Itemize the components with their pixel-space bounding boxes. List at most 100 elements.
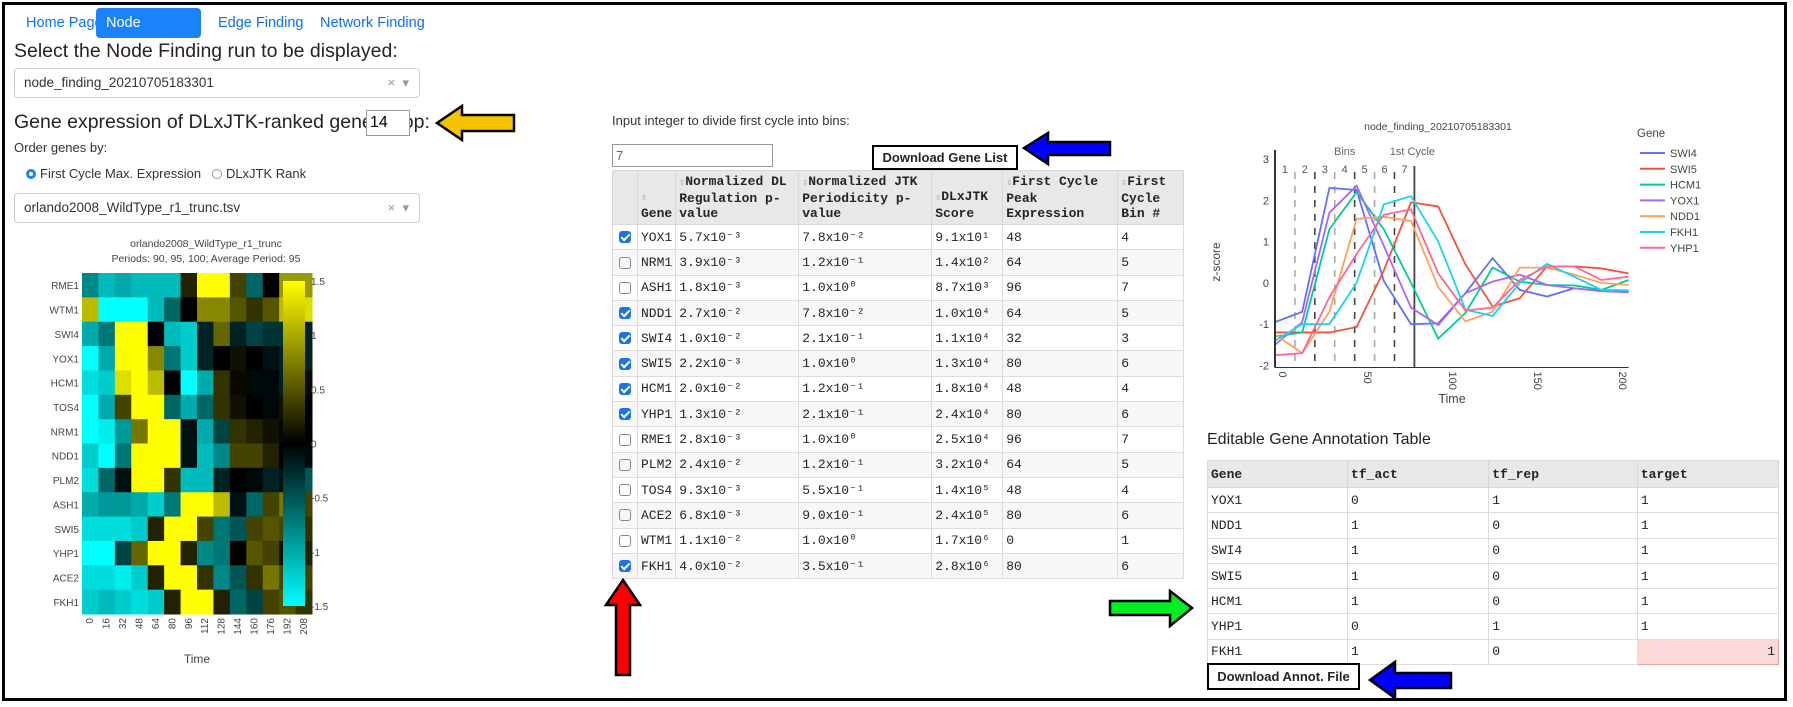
row-checkbox[interactable] [619,509,631,522]
row-checkbox[interactable] [619,382,631,395]
row-checkbox[interactable] [619,458,631,471]
editable-cell-tf-act[interactable]: 1 [1347,588,1490,615]
download-annotation-button[interactable]: Download Annot. File [1207,663,1360,690]
radio-first-cycle[interactable]: First Cycle Max. Expression [26,166,201,181]
row-checkbox[interactable] [619,231,631,244]
column-header-gene[interactable]: ⇕ Gene [636,170,677,225]
editable-cell-gene[interactable]: YHP1 [1206,613,1349,640]
cell-dl-pvalue: 2.7x10⁻² [675,299,800,327]
legend-item-fkh1[interactable]: FKH1 [1640,227,1698,239]
editable-cell-gene[interactable]: FKH1 [1206,638,1349,666]
editable-cell-target[interactable]: 1 [1636,613,1780,640]
legend-item-yox1[interactable]: YOX1 [1640,195,1699,207]
column-header-dl[interactable]: ⇕Normalized DL Regulation p-value [675,170,800,225]
cell-gene: NRM1 [636,249,677,276]
heatmap-cell [229,273,247,298]
editable-cell-gene[interactable]: YOX1 [1206,486,1349,514]
legend-item-hcm1[interactable]: HCM1 [1640,180,1701,192]
heatmap-x-tick: 0 [85,618,96,624]
radio-unselected-icon[interactable] [211,169,222,179]
clear-icon[interactable]: × [388,200,396,215]
editable-cell-tf-act[interactable]: 0 [1347,613,1490,640]
legend-item-swi5[interactable]: SWI5 [1640,164,1697,176]
column-header-tf-act[interactable]: tf_act [1347,460,1490,488]
download-gene-list-button[interactable]: Download Gene List [872,145,1018,170]
editable-cell-tf-rep[interactable]: 0 [1488,537,1638,564]
row-checkbox[interactable] [619,560,631,573]
clear-icon[interactable]: × [388,75,396,90]
editable-cell-tf-rep[interactable]: 1 [1488,613,1638,640]
column-header-jtk[interactable]: ⇕Normalized JTK Periodicity p-value [798,170,933,225]
legend-label: NDD1 [1670,211,1700,223]
column-header-tf-rep[interactable]: tf_rep [1488,460,1638,488]
heatmap-cell [114,443,132,469]
editable-cell-tf-rep[interactable]: 1 [1488,486,1638,514]
tab-edge-finding[interactable]: Edge Finding [206,8,315,38]
editable-cell-gene[interactable]: NDD1 [1206,512,1349,539]
row-checkbox[interactable] [619,307,631,320]
cell-dl-pvalue: 1.3x10⁻² [675,401,800,428]
editable-cell-target[interactable]: 1 [1636,562,1780,590]
editable-cell-tf-act[interactable]: 1 [1347,562,1490,590]
heatmap-cell [82,516,99,542]
heatmap-cell [82,394,99,420]
heatmap-cell [131,565,149,591]
editable-cell-gene[interactable]: SWI4 [1206,537,1349,564]
heatmap-cell [197,492,214,518]
bins-input[interactable] [612,144,773,167]
heatmap-cell [82,467,99,493]
column-header-gene[interactable]: Gene [1206,460,1349,488]
editable-cell-tf-rep[interactable]: 0 [1488,512,1638,539]
dataset-select[interactable]: orlando2008_WildType_r1_trunc.tsv × ▾ [14,193,420,223]
column-header-bin[interactable]: ⇕First Cycle Bin # [1117,170,1185,225]
editable-cell-target[interactable]: 1 [1636,512,1780,539]
editable-cell-tf-act[interactable]: 0 [1347,486,1490,514]
heatmap-cell [229,321,247,347]
heatmap-cell [229,492,247,518]
legend-item-yhp1[interactable]: YHP1 [1640,243,1699,255]
tab-network-finding[interactable]: Network Finding [308,8,437,38]
legend-item-swi4[interactable]: SWI4 [1640,148,1697,160]
legend-item-ndd1[interactable]: NDD1 [1640,211,1700,223]
row-checkbox[interactable] [619,534,631,547]
row-checkbox[interactable] [619,484,631,497]
cell-bin: 7 [1117,274,1185,301]
tab-node-finding[interactable]: Node Finding [96,8,201,61]
sort-icon[interactable]: ⇕ [641,193,647,204]
run-select[interactable]: node_finding_20210705183301 × ▾ [14,68,420,98]
row-checkbox[interactable] [619,357,631,370]
editable-cell-tf-act[interactable]: 1 [1347,638,1490,666]
row-checkbox[interactable] [619,281,631,294]
chevron-down-icon[interactable]: ▾ [402,200,409,215]
editable-cell-target[interactable]: 1 [1636,537,1780,564]
editable-cell-target[interactable]: 1 [1636,638,1780,666]
radio-dlxjtk-rank[interactable]: DLxJTK Rank [211,166,306,181]
row-checkbox[interactable] [619,433,631,446]
editable-cell-tf-rep[interactable]: 0 [1488,638,1638,666]
editable-cell-tf-act[interactable]: 1 [1347,512,1490,539]
row-checkbox[interactable] [619,408,631,421]
row-checkbox-cell [612,223,638,251]
column-header-peak[interactable]: ⇕First Cycle Peak Expression [1002,170,1119,225]
column-header-score[interactable]: ⇕DLxJTK Score [931,170,1004,225]
bin-label: 3 [1322,164,1328,176]
heatmap-row-label: YOX1 [52,354,79,365]
editable-cell-gene[interactable]: HCM1 [1206,588,1349,615]
top-genes-input[interactable] [366,110,410,136]
editable-cell-target[interactable]: 1 [1636,588,1780,615]
chevron-down-icon[interactable]: ▾ [402,75,409,90]
editable-cell-gene[interactable]: SWI5 [1206,562,1349,590]
editable-cell-target[interactable]: 1 [1636,486,1780,514]
editable-cell-tf-act[interactable]: 1 [1347,537,1490,564]
editable-cell-tf-rep[interactable]: 0 [1488,562,1638,590]
heatmap-row-label: NDD1 [52,452,80,463]
row-checkbox[interactable] [619,256,631,269]
row-checkbox[interactable] [619,332,631,345]
heatmap-cell [164,467,182,493]
cell-score: 1.1x10⁴ [931,325,1004,352]
cell-peak: 0 [1002,527,1119,554]
editable-cell-tf-rep[interactable]: 0 [1488,588,1638,615]
heatmap-row-label: ASH1 [53,500,80,511]
column-header-target[interactable]: target [1636,460,1780,488]
radio-selected-icon[interactable] [26,169,36,179]
